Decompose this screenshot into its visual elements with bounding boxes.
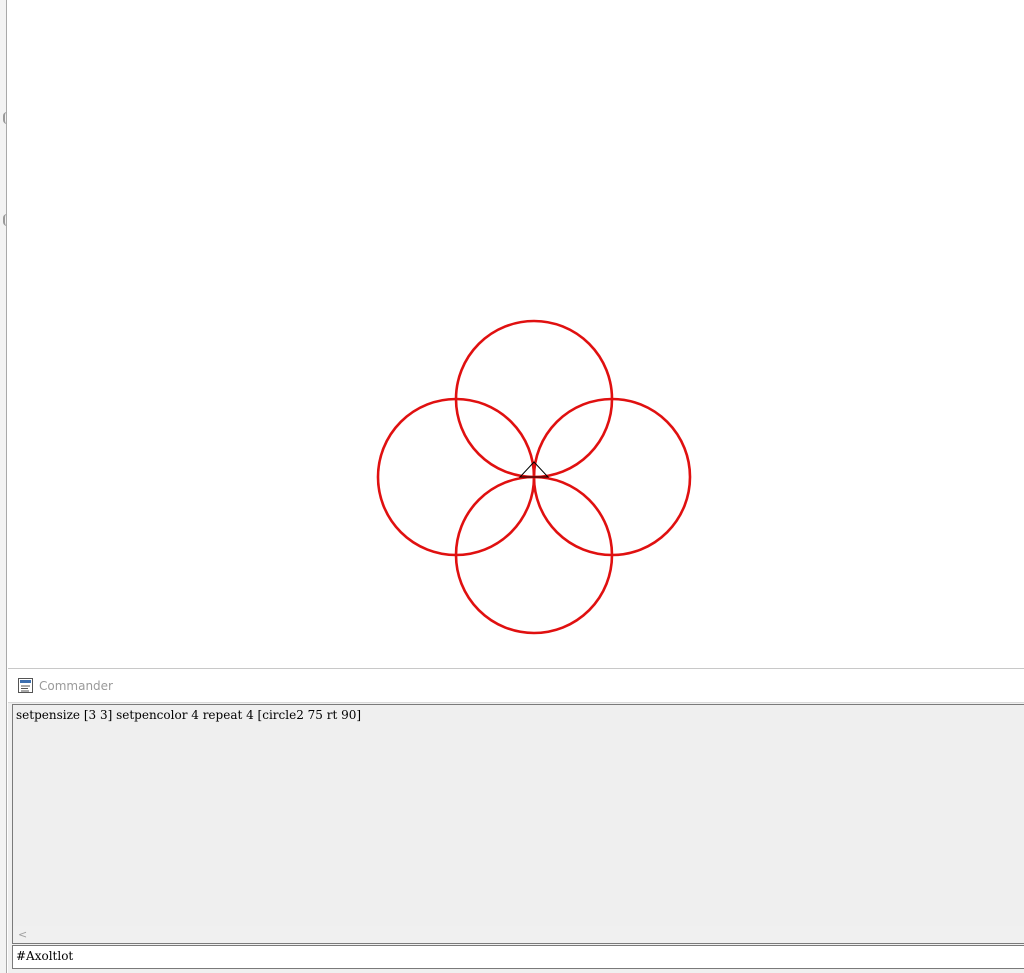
circle-top (454, 319, 614, 479)
horizontal-scrollbar[interactable]: < (13, 926, 1024, 943)
circle-right (532, 397, 692, 557)
circle-left (376, 397, 536, 557)
history-entry[interactable]: setpensize [3 3] setpencolor 4 repeat 4 … (16, 708, 361, 723)
scroll-left-arrow-icon[interactable]: < (18, 926, 27, 943)
edge-handle-mark (3, 112, 7, 124)
command-input-field[interactable]: #Axoltlot (12, 945, 1024, 969)
drawing-surface (376, 319, 692, 635)
logo-window: Commander setpensize [3 3] setpencolor 4… (0, 0, 1024, 973)
circle-bottom (454, 475, 614, 635)
commander-titlebar[interactable]: Commander (8, 669, 1024, 703)
edge-handle-mark (3, 214, 7, 226)
commander-panel: Commander setpensize [3 3] setpencolor 4… (8, 668, 1024, 973)
window-left-edge (0, 0, 7, 973)
command-history-list[interactable]: setpensize [3 3] setpencolor 4 repeat 4 … (12, 704, 1024, 944)
commander-title: Commander (39, 679, 113, 693)
commander-window-icon (18, 678, 33, 693)
command-input-value[interactable]: #Axoltlot (16, 949, 73, 964)
turtle-canvas[interactable] (8, 0, 1024, 668)
